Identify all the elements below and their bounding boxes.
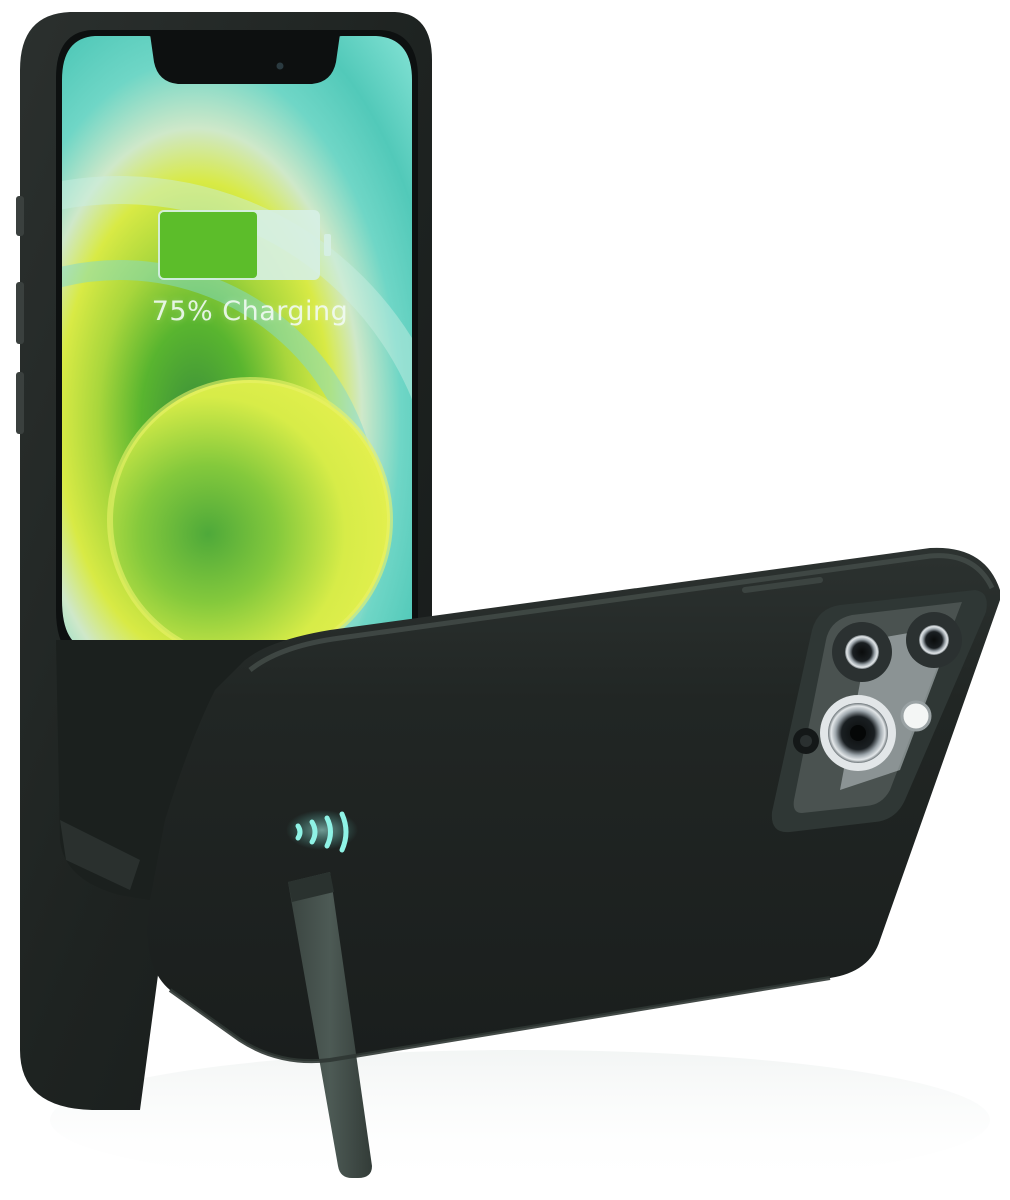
phone-case-illustration xyxy=(16,12,1000,1190)
battery-icon xyxy=(158,210,331,280)
battery-status-label: 75% Charging xyxy=(151,296,349,327)
front-camera xyxy=(276,62,284,70)
side-button xyxy=(16,282,24,344)
flash-icon xyxy=(900,700,932,732)
side-button xyxy=(16,196,24,236)
side-button xyxy=(16,372,24,434)
product-photo: 75% Charging xyxy=(0,0,1010,1200)
screen-notch xyxy=(150,34,340,84)
led-indicator-icon xyxy=(286,810,358,853)
